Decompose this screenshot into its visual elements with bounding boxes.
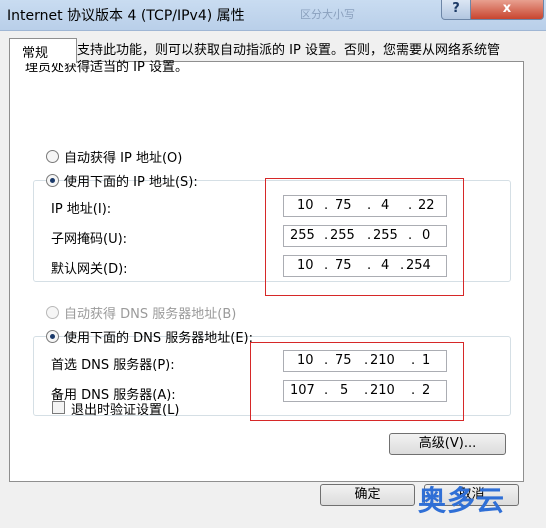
dns-auto-radio[interactable] bbox=[46, 306, 59, 319]
advanced-button[interactable]: 高级(V)... bbox=[389, 433, 506, 455]
tab-general[interactable]: 常规 bbox=[9, 38, 77, 63]
preferred-dns-label: 首选 DNS 服务器(P): bbox=[51, 358, 175, 373]
title-bar[interactable]: Internet 协议版本 4 (TCP/IPv4) 属性 区分大小写 ? x bbox=[0, 0, 546, 31]
tab-general-label: 常规 bbox=[22, 46, 49, 61]
ip-auto-label[interactable]: 自动获得 IP 地址(O) bbox=[64, 147, 182, 166]
watermark-logo: 奥多云 bbox=[418, 484, 506, 517]
dns-highlight-box bbox=[250, 342, 464, 421]
subnet-mask-label: 子网掩码(U): bbox=[51, 232, 128, 247]
ip-manual-radio[interactable] bbox=[46, 174, 59, 187]
ip-highlight-box bbox=[265, 178, 464, 296]
dns-auto-label[interactable]: 自动获得 DNS 服务器地址(B) bbox=[64, 303, 236, 322]
default-gateway-label: 默认网关(D): bbox=[51, 262, 128, 277]
background-window-text: 区分大小写 bbox=[300, 8, 355, 21]
ip-address-label: IP 地址(I): bbox=[51, 202, 112, 217]
description-text: 如果网络支持此功能，则可以获取自动指派的 IP 设置。否则，您需要从网络系统管理… bbox=[25, 43, 500, 75]
ok-button[interactable]: 确定 bbox=[320, 484, 415, 506]
ip-auto-radio[interactable] bbox=[46, 150, 59, 163]
dns-manual-label[interactable]: 使用下面的 DNS 服务器地址(E): bbox=[64, 327, 253, 346]
window-title: Internet 协议版本 4 (TCP/IPv4) 属性 bbox=[7, 8, 245, 24]
validate-settings-label[interactable]: 退出时验证设置(L) bbox=[71, 399, 179, 418]
help-button[interactable]: ? bbox=[441, 0, 471, 20]
dns-manual-radio[interactable] bbox=[46, 330, 59, 343]
close-button[interactable]: x bbox=[470, 0, 544, 20]
ip-manual-label[interactable]: 使用下面的 IP 地址(S): bbox=[64, 171, 198, 190]
validate-settings-checkbox[interactable] bbox=[52, 401, 65, 414]
